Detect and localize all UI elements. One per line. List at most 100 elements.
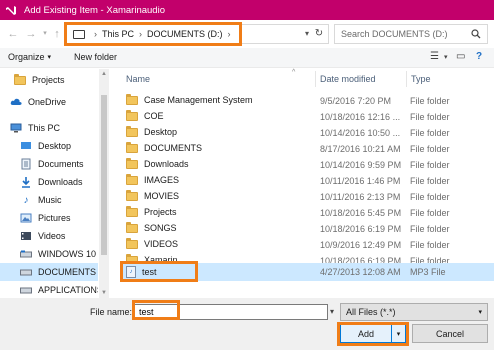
column-divider[interactable]: [406, 71, 407, 87]
file-name-input[interactable]: [134, 304, 328, 320]
preview-pane-icon[interactable]: ▭: [456, 51, 465, 62]
nav-item-label: Documents: [38, 159, 84, 169]
scroll-up-icon[interactable]: ▲: [99, 69, 109, 79]
table-row[interactable]: IMAGES 10/11/2016 1:46 PM File folder: [122, 173, 494, 189]
file-date: 10/18/2016 6:19 PM: [320, 224, 402, 234]
folder-icon: [126, 189, 138, 201]
nav-scrollbar[interactable]: ▲ ▼: [99, 69, 109, 298]
table-row[interactable]: Projects 10/18/2016 5:45 PM File folder: [122, 205, 494, 221]
nav-item-downloads[interactable]: Downloads: [0, 173, 98, 191]
file-type: File folder: [410, 176, 450, 186]
nav-item-projects[interactable]: Projects: [0, 71, 98, 89]
chevron-down-icon: ▾: [478, 309, 482, 316]
nav-item-desktop[interactable]: Desktop: [0, 137, 98, 155]
chevron-right-icon[interactable]: ›: [94, 29, 97, 39]
file-date: 10/18/2016 5:45 PM: [320, 208, 402, 218]
file-date: 10/9/2016 12:49 PM: [320, 240, 402, 250]
address-bar[interactable]: › This PC › DOCUMENTS (D:) ›: [66, 24, 329, 44]
table-row[interactable]: VIDEOS 10/9/2016 12:49 PM File folder: [122, 237, 494, 253]
scroll-down-icon[interactable]: ▼: [99, 288, 109, 298]
new-folder-button[interactable]: New folder: [74, 52, 117, 62]
nav-item-label: APPLICATIONS (: [38, 285, 98, 295]
sort-caret-icon: ^: [292, 69, 296, 76]
nav-item-applications-drive[interactable]: APPLICATIONS (: [0, 281, 98, 298]
file-type-filter[interactable]: All Files (*.*) ▾: [340, 303, 488, 321]
folder-icon: [14, 73, 26, 86]
folder-icon: [126, 125, 138, 137]
table-row[interactable]: Case Management System 9/5/2016 7:20 PM …: [122, 93, 494, 109]
nav-item-this-pc[interactable]: This PC: [0, 119, 98, 137]
chevron-right-icon[interactable]: ›: [228, 29, 231, 39]
file-name: MOVIES: [144, 191, 180, 201]
column-divider[interactable]: [315, 71, 316, 87]
add-button[interactable]: Add ▾: [340, 324, 406, 343]
nav-item-label: Pictures: [38, 213, 71, 223]
audio-file-icon: ♪: [126, 266, 136, 278]
nav-item-onedrive[interactable]: OneDrive: [0, 93, 98, 111]
drive-icon: [20, 267, 32, 278]
window-title: Add Existing Item - Xamarinaudio: [24, 4, 165, 16]
file-type: File folder: [410, 96, 450, 106]
nav-item-pictures[interactable]: Pictures: [0, 209, 98, 227]
nav-item-videos[interactable]: Videos: [0, 227, 98, 245]
table-row[interactable]: SONGS 10/18/2016 6:19 PM File folder: [122, 221, 494, 237]
chevron-right-icon[interactable]: ›: [139, 29, 142, 39]
nav-item-label: This PC: [28, 123, 61, 133]
column-header-type[interactable]: Type: [411, 69, 431, 89]
column-header-date[interactable]: Date modified: [320, 69, 376, 89]
organize-button[interactable]: Organize ▾: [8, 52, 51, 62]
add-button-label: Add: [357, 328, 374, 339]
title-bar: Add Existing Item - Xamarinaudio: [0, 0, 494, 20]
organize-label: Organize: [8, 52, 45, 62]
folder-icon: [126, 141, 138, 153]
arrow-right-icon[interactable]: →: [24, 27, 38, 41]
visual-studio-icon: [4, 3, 18, 17]
nav-item-label: OneDrive: [28, 97, 67, 107]
table-row[interactable]: COE 10/18/2016 12:16 ... File folder: [122, 109, 494, 125]
drive-icon: [20, 285, 32, 296]
nav-item-documents[interactable]: Documents: [0, 155, 98, 173]
refresh-icon[interactable]: ↻: [312, 27, 326, 41]
nav-item-windows-drive[interactable]: WINDOWS 10 (C: [0, 245, 98, 263]
dialog-footer: File name: ▾ All Files (*.*) ▾ Add ▾ Can…: [0, 298, 494, 350]
table-row[interactable]: DOCUMENTS 8/17/2016 10:21 AM File folder: [122, 141, 494, 157]
breadcrumb-documents-drive[interactable]: DOCUMENTS (D:): [147, 29, 223, 39]
view-options-icon[interactable]: ☰: [430, 51, 439, 62]
arrow-left-icon[interactable]: ←: [6, 27, 20, 41]
nav-item-music[interactable]: ♪ Music: [0, 191, 98, 209]
search-icon[interactable]: [471, 29, 481, 39]
help-icon[interactable]: ?: [476, 51, 482, 62]
videos-icon: [20, 231, 32, 242]
breadcrumb-this-pc[interactable]: This PC: [102, 29, 134, 39]
cancel-button[interactable]: Cancel: [412, 324, 488, 343]
chevron-down-icon[interactable]: ▾: [444, 53, 448, 61]
scrollbar-thumb[interactable]: [101, 95, 107, 255]
cloud-icon: [10, 97, 22, 108]
file-date: 8/17/2016 10:21 AM: [320, 144, 401, 154]
file-type: File folder: [410, 112, 450, 122]
file-name: Downloads: [144, 159, 189, 169]
arrow-up-icon[interactable]: ↑: [50, 27, 64, 41]
address-row: ← → ▾ ↑ › This PC › DOCUMENTS (D:) › ▾ ↻: [0, 20, 494, 48]
table-row[interactable]: Downloads 10/14/2016 9:59 PM File folder: [122, 157, 494, 173]
table-row[interactable]: MOVIES 10/11/2016 2:13 PM File folder: [122, 189, 494, 205]
chevron-down-icon: ▾: [47, 54, 52, 61]
add-options-dropdown[interactable]: ▾: [391, 325, 405, 342]
file-date: 10/11/2016 2:13 PM: [320, 192, 401, 202]
file-type: MP3 File: [410, 267, 446, 277]
table-row[interactable]: Desktop 10/14/2016 10:50 ... File folder: [122, 125, 494, 141]
table-row-selected[interactable]: ♪ test 4/27/2013 12:08 AM MP3 File: [122, 263, 494, 281]
downloads-icon: [20, 177, 32, 188]
folder-icon: [126, 205, 138, 217]
search-input[interactable]: [341, 29, 471, 39]
nav-item-label: Desktop: [38, 141, 72, 151]
computer-icon: [10, 123, 22, 134]
column-header-name[interactable]: Name: [126, 69, 150, 89]
file-name: Desktop: [144, 127, 178, 137]
nav-item-label: WINDOWS 10 (C: [38, 249, 98, 259]
nav-item-documents-drive[interactable]: DOCUMENTS (D: [0, 263, 98, 281]
chevron-down-icon[interactable]: ▾: [330, 307, 334, 316]
search-box[interactable]: [334, 24, 488, 44]
file-date: 10/18/2016 12:16 ...: [320, 112, 401, 122]
file-date: 10/14/2016 9:59 PM: [320, 160, 402, 170]
